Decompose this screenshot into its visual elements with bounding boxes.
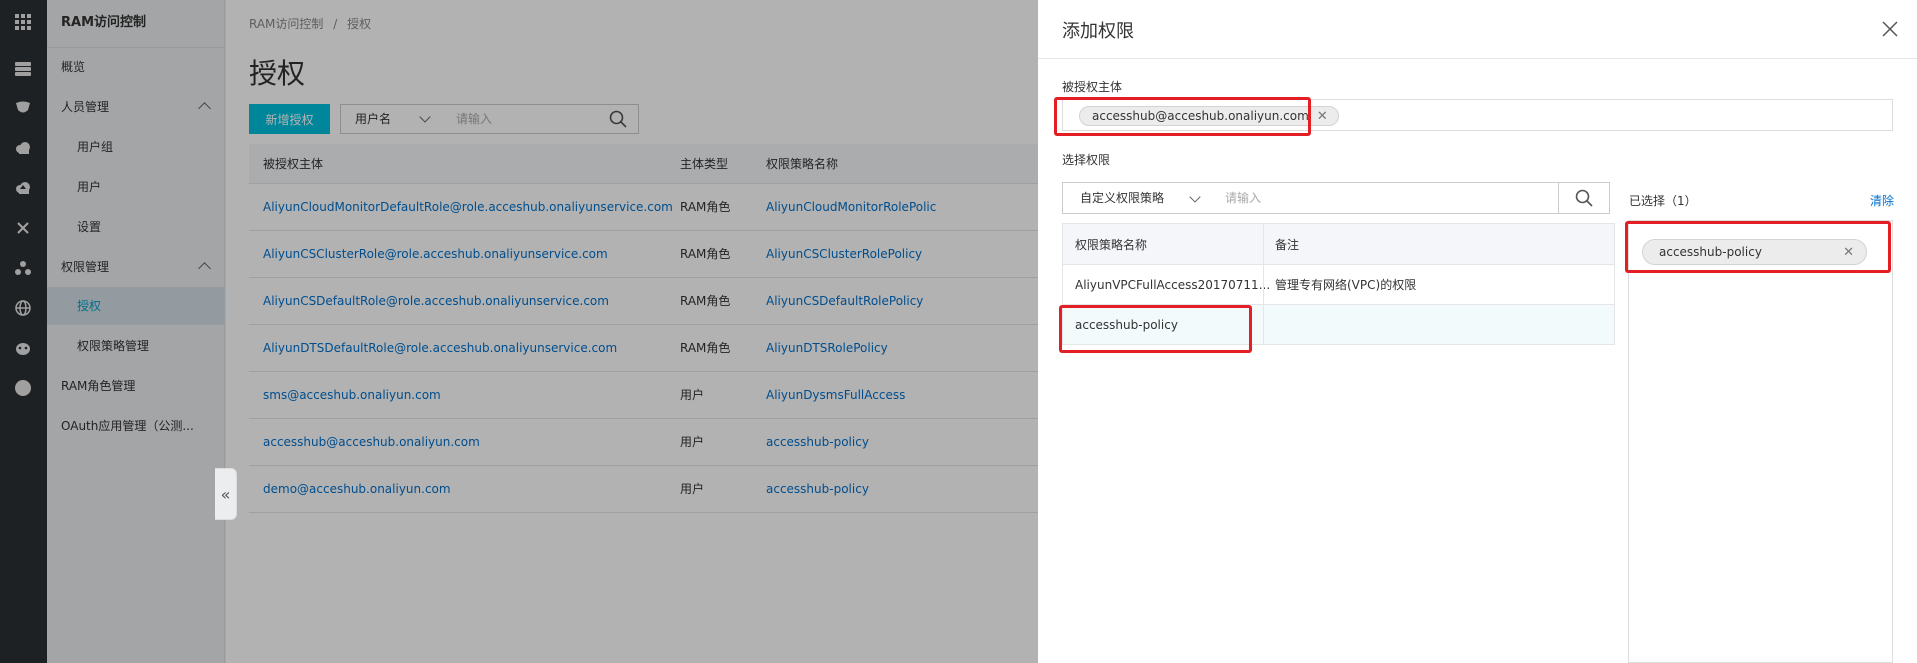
remove-tag-icon[interactable]: ✕ <box>1317 109 1328 124</box>
chevron-down-icon <box>1189 191 1201 203</box>
search-icon <box>1575 189 1593 207</box>
clear-selection-link[interactable]: 清除 <box>1870 192 1894 209</box>
drawer-title: 添加权限 <box>1062 21 1134 42</box>
selected-panel: accesshub-policy ✕ <box>1628 220 1893 663</box>
highlight-selected <box>1625 221 1891 273</box>
policy-name: AliyunVPCFullAccess20170711... <box>1075 278 1271 292</box>
column-divider <box>1263 265 1264 304</box>
highlight-policy-row <box>1059 305 1252 353</box>
add-permission-drawer: 添加权限 被授权主体 accesshub@acceshub.onaliyun.c… <box>1038 0 1917 663</box>
column-header-policy-name: 权限策略名称 <box>1075 238 1148 252</box>
sidebar-collapse-toggle[interactable]: « <box>215 468 237 520</box>
highlight-principal <box>1054 97 1311 136</box>
table-row[interactable]: AliyunVPCFullAccess20170711... 管理专有网络(VP… <box>1062 265 1615 305</box>
column-header-note: 备注 <box>1275 238 1300 252</box>
policy-table-header: 权限策略名称 备注 <box>1062 223 1615 265</box>
select-permission-label: 选择权限 <box>1062 153 1111 167</box>
close-icon[interactable] <box>1881 20 1899 38</box>
modal-overlay[interactable] <box>0 0 1038 663</box>
column-divider <box>1263 224 1264 264</box>
policy-note: 管理专有网络(VPC)的权限 <box>1275 278 1417 292</box>
policy-type-select[interactable]: 自定义权限策略 <box>1062 182 1210 214</box>
selected-count-label: 已选择（1） <box>1629 194 1697 208</box>
policy-search-input[interactable] <box>1209 182 1559 214</box>
policy-type-value: 自定义权限策略 <box>1080 191 1165 205</box>
column-divider <box>1263 305 1264 344</box>
principal-label: 被授权主体 <box>1062 80 1123 94</box>
policy-search-button[interactable] <box>1558 182 1610 214</box>
drawer-header: 添加权限 <box>1038 0 1917 59</box>
